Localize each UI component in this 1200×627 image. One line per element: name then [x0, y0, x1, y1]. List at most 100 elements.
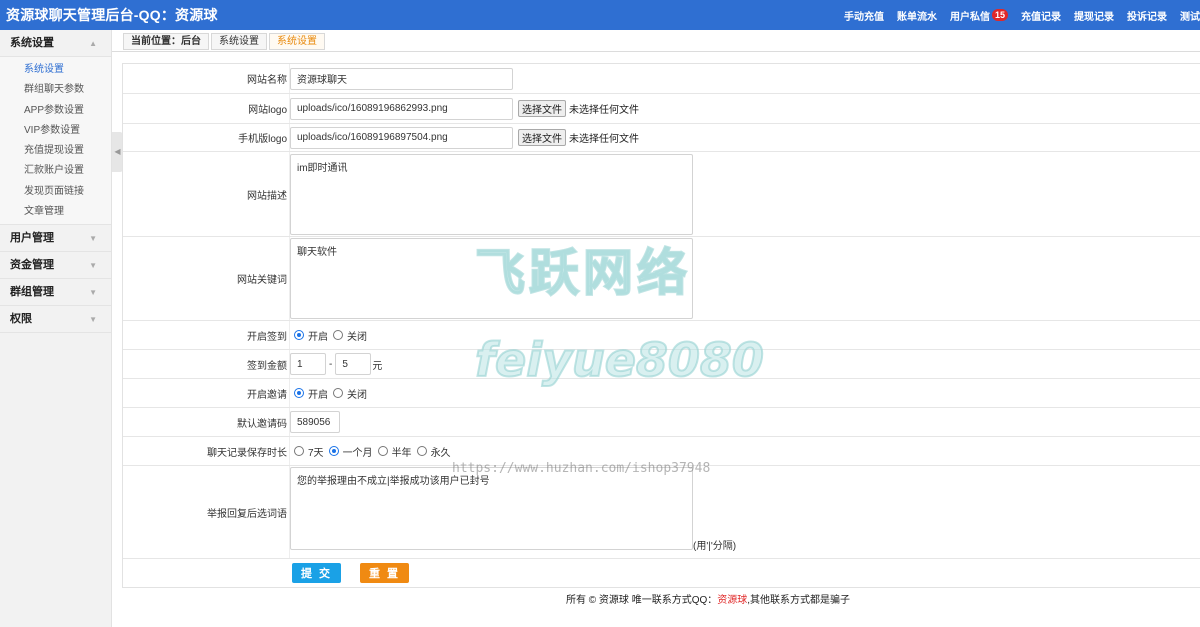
- site-logo-file-status: 未选择任何文件: [569, 105, 639, 116]
- nav-withdraw-records[interactable]: 提现记录: [1074, 8, 1114, 23]
- site-logo-file-button[interactable]: 选择文件: [518, 100, 566, 117]
- footer-prefix: 所有 © 资源球 唯一联系方式QQ：: [566, 595, 718, 606]
- nav-recharge-records[interactable]: 充值记录: [1021, 8, 1061, 23]
- nav-user-messages-label: 用户私信: [949, 11, 990, 23]
- footer-suffix: ,其他联系方式都是骗子: [747, 595, 851, 606]
- sign-in-on-radio[interactable]: 开启: [294, 328, 328, 343]
- site-logo-path-input[interactable]: [290, 97, 513, 120]
- message-count-badge: 15: [991, 9, 1008, 21]
- field-label: 网站关键词: [123, 237, 290, 320]
- range-separator: -: [329, 358, 333, 370]
- submit-button[interactable]: 提 交: [292, 563, 341, 583]
- radio-checked-icon: [294, 388, 304, 398]
- breadcrumb-system-settings[interactable]: 系统设置: [211, 33, 267, 50]
- page-footer: 所有 © 资源球 唯一联系方式QQ：资源球,其他联系方式都是骗子: [566, 591, 850, 606]
- sidebar-group-label: 资金管理: [10, 259, 54, 272]
- radio-unchecked-icon: [333, 330, 343, 340]
- retention-7days-radio[interactable]: 7天: [294, 444, 324, 459]
- form-row-report-reply: 举报回复后选词语 您的举报理由不成立|举报成功该用户已封号 (用'|'分隔): [123, 466, 1200, 559]
- sidebar-submenu: 系统设置 群组聊天参数 APP参数设置 VIP参数设置 充值提现设置 汇款账户设…: [0, 57, 111, 226]
- mobile-logo-file-status: 未选择任何文件: [569, 134, 639, 145]
- form-row-invite-code: 默认邀请码: [123, 408, 1200, 437]
- chevron-down-icon: ▼: [89, 234, 97, 244]
- watermark-brand: 飞跃网络: [474, 243, 691, 303]
- field-label: 举报回复后选词语: [123, 466, 290, 558]
- chevron-left-icon: ◀: [114, 147, 121, 156]
- sign-in-off-radio[interactable]: 关闭: [333, 328, 367, 343]
- sign-amount-max-input[interactable]: 5: [335, 353, 372, 375]
- sidebar-item-app-params[interactable]: APP参数设置: [0, 101, 111, 121]
- field-label: 网站名称: [123, 64, 290, 93]
- sidebar-group-label: 用户管理: [10, 232, 54, 245]
- invite-code-input[interactable]: [290, 411, 340, 433]
- chevron-down-icon: ▼: [89, 261, 97, 271]
- sidebar-item-articles[interactable]: 文章管理: [0, 202, 111, 222]
- mobile-logo-path-input[interactable]: [290, 126, 513, 149]
- radio-unchecked-icon: [416, 446, 427, 456]
- field-label: 签到金额: [123, 350, 290, 378]
- sidebar-group-label: 系统设置: [10, 37, 54, 49]
- field-label: 聊天记录保存时长: [123, 437, 290, 465]
- sidebar-group-label: 权限: [10, 313, 32, 326]
- radio-checked-icon: [328, 446, 339, 456]
- chevron-down-icon: ▼: [89, 315, 97, 325]
- description-textarea[interactable]: im即时通讯: [290, 153, 693, 235]
- form-row-mobile-logo: 手机版logo 选择文件 未选择任何文件: [123, 124, 1200, 152]
- invite-on-radio[interactable]: 开启: [294, 386, 328, 401]
- nav-user-messages[interactable]: 用户私信 15: [950, 8, 1008, 23]
- radio-label: 永久: [430, 447, 451, 459]
- radio-label: 关闭: [347, 331, 367, 343]
- sidebar-group-label: 群组管理: [10, 286, 54, 299]
- sidebar-group-users[interactable]: 用户管理 ▼: [0, 225, 111, 253]
- sidebar-item-system-settings[interactable]: 系统设置: [0, 60, 111, 80]
- field-label: 手机版logo: [123, 124, 290, 151]
- invite-off-radio[interactable]: 关闭: [333, 386, 367, 401]
- separator-hint: (用'|'分隔): [693, 541, 737, 552]
- radio-unchecked-icon: [294, 446, 304, 456]
- header-nav: 手动充值 账单流水 用户私信 15 充值记录 提现记录 投诉记录 测试: [844, 0, 1200, 30]
- radio-label: 半年: [391, 447, 412, 459]
- retention-forever-radio[interactable]: 永久: [416, 444, 451, 459]
- nav-test[interactable]: 测试: [1180, 8, 1200, 23]
- footer-qq-link[interactable]: 资源球: [717, 595, 747, 606]
- currency-unit: 元: [372, 360, 383, 372]
- site-name-input[interactable]: [290, 67, 513, 90]
- divider: [112, 51, 1200, 52]
- nav-complaint-records[interactable]: 投诉记录: [1127, 8, 1167, 23]
- radio-label: 开启: [308, 331, 328, 343]
- retention-half-year-radio[interactable]: 半年: [377, 444, 412, 459]
- form-row-actions: 提 交 重 置: [123, 559, 1200, 587]
- nav-manual-recharge[interactable]: 手动充值: [844, 8, 884, 23]
- sidebar-item-remit-accounts[interactable]: 汇款账户设置: [0, 161, 111, 181]
- settings-form: 网站名称 网站logo 选择文件 未选择任何文件 手机版logo 选择文件 未选…: [122, 63, 1200, 588]
- sidebar-group-permissions[interactable]: 权限 ▼: [0, 306, 111, 334]
- field-label: 网站描述: [123, 152, 290, 236]
- form-row-site-name: 网站名称: [123, 64, 1200, 94]
- sidebar-item-group-chat-params[interactable]: 群组聊天参数: [0, 80, 111, 100]
- report-reply-textarea[interactable]: 您的举报理由不成立|举报成功该用户已封号: [290, 467, 693, 550]
- sidebar-group-system-settings[interactable]: 系统设置 ▲: [0, 30, 111, 57]
- sidebar-item-discover-links[interactable]: 发现页面链接: [0, 182, 111, 202]
- sidebar-group-groups[interactable]: 群组管理 ▼: [0, 279, 111, 307]
- sidebar-item-vip-params[interactable]: VIP参数设置: [0, 121, 111, 141]
- radio-checked-icon: [294, 330, 304, 340]
- nav-bill-flow[interactable]: 账单流水: [897, 8, 937, 23]
- field-label: 开启邀请: [123, 379, 290, 407]
- top-header: 资源球聊天管理后台-QQ：资源球 手动充值 账单流水 用户私信 15 充值记录 提…: [0, 0, 1200, 30]
- mobile-logo-file-button[interactable]: 选择文件: [518, 129, 566, 146]
- form-row-description: 网站描述 im即时通讯: [123, 152, 1200, 237]
- radio-label: 关闭: [347, 389, 367, 401]
- breadcrumb: 当前位置：后台 系统设置 系统设置: [123, 32, 327, 51]
- radio-label: 一个月: [342, 447, 373, 459]
- retention-1month-radio[interactable]: 一个月: [328, 444, 373, 459]
- breadcrumb-home[interactable]: 当前位置：后台: [123, 33, 209, 50]
- sidebar-item-recharge-withdraw[interactable]: 充值提现设置: [0, 141, 111, 161]
- sidebar: 系统设置 ▲ 系统设置 群组聊天参数 APP参数设置 VIP参数设置 充值提现设…: [0, 30, 112, 627]
- radio-unchecked-icon: [333, 388, 343, 398]
- reset-button[interactable]: 重 置: [360, 563, 409, 583]
- radio-unchecked-icon: [377, 446, 388, 456]
- sidebar-group-funds[interactable]: 资金管理 ▼: [0, 252, 111, 280]
- radio-label: 7天: [308, 447, 324, 459]
- watermark-url: https://www.huzhan.com/ishop37948: [452, 461, 711, 476]
- sign-amount-min-input[interactable]: 1: [290, 353, 326, 375]
